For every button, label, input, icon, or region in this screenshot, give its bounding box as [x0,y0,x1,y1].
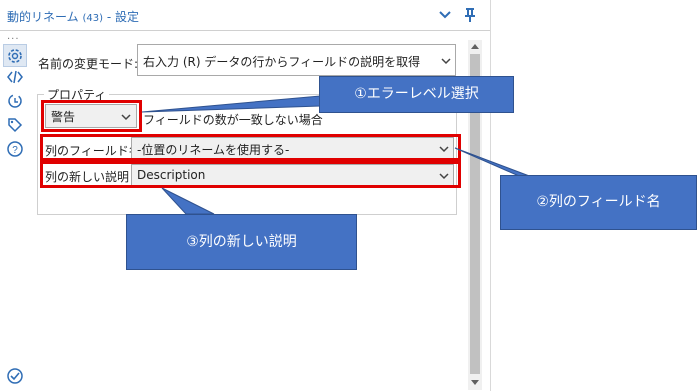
configuration-panel: 動的リネーム (43) - 設定 ... ? 名前の変更モード: 右入力 (R)… [0,0,491,391]
tool-id: (43) [82,13,103,24]
panel-title: 動的リネーム (43) - 設定 [7,8,139,25]
field-count-mismatch-label: フィールドの数が一致しない場合 [143,113,323,127]
highlight-new-description [40,161,461,188]
code-icon[interactable] [6,68,24,86]
chevron-down-icon[interactable] [437,7,453,23]
rename-mode-value: 右入力 (R) データの行からフィールドの説明を取得 [143,55,421,69]
highlight-error-level [41,100,142,132]
callout-field-name: ②列のフィールド名 [500,175,697,230]
tool-name: 動的リネーム [7,10,79,24]
panel-titlebar: 動的リネーム (43) - 設定 [0,0,490,31]
chevron-down-icon [441,58,451,65]
callout-error-level: ①エラーレベル選択 [319,76,514,113]
svg-text:?: ? [12,145,18,156]
pin-icon[interactable] [462,7,478,23]
refresh-icon[interactable] [6,92,24,110]
scroll-down-arrow[interactable] [471,380,479,385]
rename-mode-select[interactable]: 右入力 (R) データの行からフィールドの説明を取得 [137,44,456,76]
gear-icon[interactable] [6,47,24,65]
highlight-field-name [40,134,461,161]
rename-mode-label: 名前の変更モード: [38,57,139,71]
scroll-up-arrow[interactable] [471,44,479,49]
title-suffix: - 設定 [103,10,139,24]
overflow-dots[interactable]: ... [7,31,20,42]
check-circle-icon[interactable] [6,367,24,385]
help-icon[interactable]: ? [6,140,24,158]
tag-icon[interactable] [6,116,24,134]
callout-new-description: ③列の新しい説明 [126,214,357,270]
